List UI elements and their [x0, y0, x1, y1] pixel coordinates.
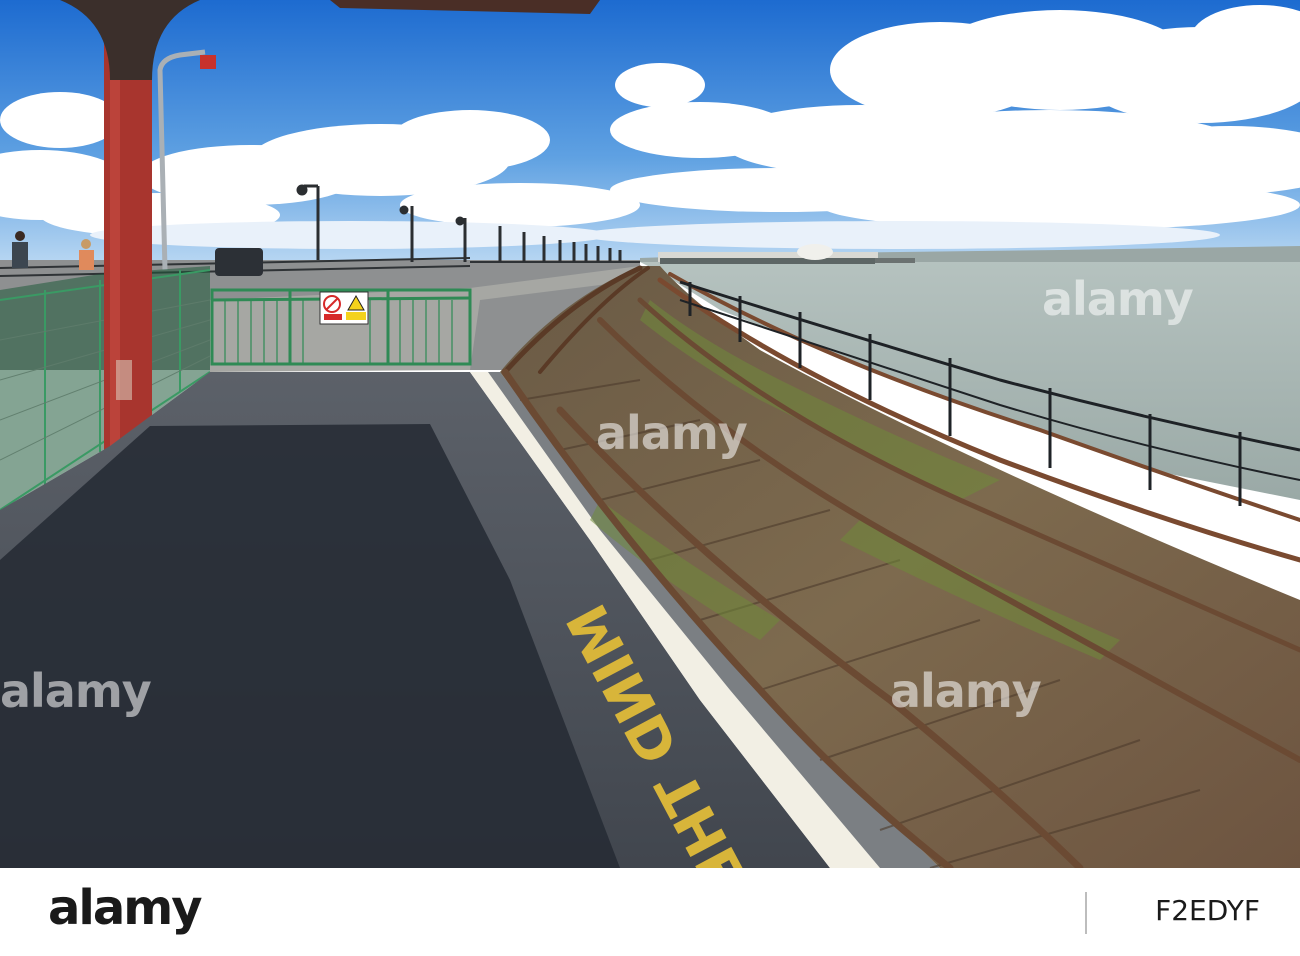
- pier-railway-photo: MIND THE G: [0, 0, 1300, 868]
- photo-frame: MIND THE G alamy alamy alamy alamy alamy…: [0, 0, 1300, 956]
- footer-divider: [1085, 892, 1087, 934]
- footer-logo: alamy: [48, 880, 203, 936]
- stock-footer: alamy F2EDYF: [0, 868, 1300, 956]
- parked-car: [215, 248, 263, 276]
- image-code: F2EDYF: [1155, 894, 1260, 927]
- danger-sign: [319, 291, 369, 325]
